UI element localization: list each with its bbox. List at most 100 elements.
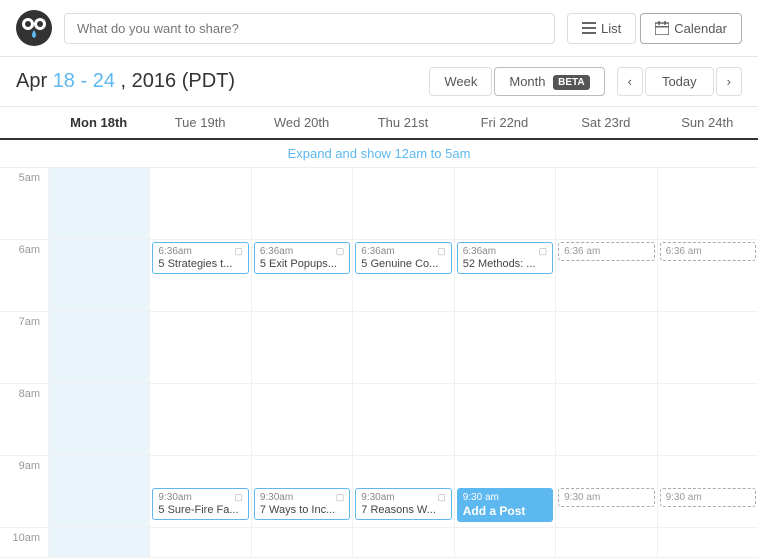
prev-button[interactable]: ‹ <box>617 67 643 96</box>
today-button[interactable]: Today <box>645 67 714 96</box>
cell-sat-8am[interactable] <box>555 384 656 455</box>
search-input[interactable] <box>64 13 555 44</box>
cell-wed-5am[interactable] <box>251 168 352 239</box>
cell-mon-7am[interactable] <box>48 312 149 383</box>
event-time-dashed: 6:36 am <box>666 246 702 257</box>
cell-sat-7am[interactable] <box>555 312 656 383</box>
event-sun-930[interactable]: 9:30 am <box>660 488 756 507</box>
event-time-label: 6:36am <box>463 246 496 257</box>
event-fri-636[interactable]: 6:36am▢ 52 Methods: ... <box>457 242 553 274</box>
cell-wed-6am[interactable]: 6:36am▢ 5 Exit Popups... <box>251 240 352 311</box>
cell-mon-10am[interactable] <box>48 528 149 557</box>
cell-fri-5am[interactable] <box>454 168 555 239</box>
cell-sun-8am[interactable] <box>657 384 758 455</box>
cell-sat-10am[interactable] <box>555 528 656 557</box>
cell-tue-10am[interactable] <box>149 528 250 557</box>
month-view-button[interactable]: Month BETA <box>494 67 604 96</box>
cell-thu-9am[interactable]: 9:30am ▢ 7 Reasons W... <box>352 456 453 527</box>
cell-fri-10am[interactable] <box>454 528 555 557</box>
cell-fri-7am[interactable] <box>454 312 555 383</box>
cell-tue-9am[interactable]: 9:30am ▢ 5 Sure-Fire Fa... <box>149 456 250 527</box>
event-title-label: 5 Sure-Fire Fa... <box>158 504 242 516</box>
week-view-button[interactable]: Week <box>429 67 492 96</box>
day-header-tue: Tue 19th <box>149 107 250 138</box>
day-header-wed: Wed 20th <box>251 107 352 138</box>
list-btn-label: List <box>601 21 621 36</box>
image-icon: ▢ <box>234 492 243 503</box>
time-row-9am: 9am 9:30am▢ 5 Sure-Fire Fa... 9:30am▢ 7 … <box>0 456 758 528</box>
next-button[interactable]: › <box>716 67 742 96</box>
event-title-label: 5 Genuine Co... <box>361 258 445 270</box>
date-month: Apr <box>16 70 47 92</box>
calendar-view-button[interactable]: Calendar <box>640 13 742 44</box>
cell-mon-8am[interactable] <box>48 384 149 455</box>
image-icon: ▢ <box>234 246 243 257</box>
cell-sat-6am[interactable]: 6:36 am <box>555 240 656 311</box>
event-sat-930[interactable]: 9:30 am <box>558 488 654 507</box>
cell-fri-8am[interactable] <box>454 384 555 455</box>
event-title-label: 52 Methods: ... <box>463 258 547 270</box>
cell-fri-6am[interactable]: 6:36am▢ 52 Methods: ... <box>454 240 555 311</box>
cell-thu-6am[interactable]: 6:36am▢ 5 Genuine Co... <box>352 240 453 311</box>
cell-tue-7am[interactable] <box>149 312 250 383</box>
date-range-display: Apr 18 - 24 , 2016 (PDT) <box>16 70 417 93</box>
cell-mon-5am[interactable] <box>48 168 149 239</box>
app-header: List Calendar <box>0 0 758 57</box>
event-wed-930-wrapper: 9:30am▢ 7 Ways to Inc... <box>254 488 350 520</box>
event-wed-930[interactable]: 9:30am▢ 7 Ways to Inc... <box>254 488 350 520</box>
event-title-label: 5 Strategies t... <box>158 258 242 270</box>
event-time-label: 9:30am <box>260 492 293 503</box>
calendar-toolbar: Apr 18 - 24 , 2016 (PDT) Week Month BETA… <box>0 57 758 107</box>
cell-sun-10am[interactable] <box>657 528 758 557</box>
event-tue-636[interactable]: 6:36am▢ 5 Strategies t... <box>152 242 248 274</box>
cell-mon-6am[interactable] <box>48 240 149 311</box>
cell-sun-5am[interactable] <box>657 168 758 239</box>
cell-tue-5am[interactable] <box>149 168 250 239</box>
cell-wed-8am[interactable] <box>251 384 352 455</box>
event-title-label: 7 Reasons W... <box>361 504 445 516</box>
cell-sun-7am[interactable] <box>657 312 758 383</box>
cell-wed-9am[interactable]: 9:30am▢ 7 Ways to Inc... <box>251 456 352 527</box>
cell-sat-5am[interactable] <box>555 168 656 239</box>
day-header-sun: Sun 24th <box>657 107 758 138</box>
time-label-9am: 9am <box>0 456 48 527</box>
cell-wed-7am[interactable] <box>251 312 352 383</box>
cell-thu-8am[interactable] <box>352 384 453 455</box>
cell-sat-9am[interactable]: 9:30 am <box>555 456 656 527</box>
list-icon <box>582 21 596 35</box>
event-wed-636[interactable]: 6:36am▢ 5 Exit Popups... <box>254 242 350 274</box>
day-header-fri: Fri 22nd <box>454 107 555 138</box>
cell-sun-6am[interactable]: 6:36 am <box>657 240 758 311</box>
event-time-label: 9:30am <box>361 492 394 503</box>
event-sun-636[interactable]: 6:36 am <box>660 242 756 261</box>
time-row-10am: 10am <box>0 528 758 558</box>
cell-mon-9am[interactable] <box>48 456 149 527</box>
time-label-7am: 7am <box>0 312 48 383</box>
cell-tue-8am[interactable] <box>149 384 250 455</box>
event-title-label: 7 Ways to Inc... <box>260 504 344 516</box>
event-sat-636[interactable]: 6:36 am <box>558 242 654 261</box>
time-label-6am: 6am <box>0 240 48 311</box>
expand-banner[interactable]: Expand and show 12am to 5am <box>0 140 758 168</box>
event-tue-930-wrapper: 9:30am ▢ 5 Sure-Fire Fa... <box>152 488 248 520</box>
event-tue-930[interactable]: 9:30am ▢ 5 Sure-Fire Fa... <box>152 488 248 520</box>
cell-wed-10am[interactable] <box>251 528 352 557</box>
cell-thu-10am[interactable] <box>352 528 453 557</box>
cell-tue-6am[interactable]: 6:36am▢ 5 Strategies t... <box>149 240 250 311</box>
event-title-label: Add a Post <box>463 504 547 518</box>
event-thu-636[interactable]: 6:36am▢ 5 Genuine Co... <box>355 242 451 274</box>
search-bar[interactable] <box>64 13 555 44</box>
time-label-10am: 10am <box>0 528 48 557</box>
list-view-button[interactable]: List <box>567 13 636 44</box>
view-toggle: List Calendar <box>567 13 742 44</box>
cell-thu-7am[interactable] <box>352 312 453 383</box>
cell-sun-9am[interactable]: 9:30 am <box>657 456 758 527</box>
time-label-8am: 8am <box>0 384 48 455</box>
event-time-label: 6:36am <box>361 246 394 257</box>
cell-thu-5am[interactable] <box>352 168 453 239</box>
nav-controls: ‹ Today › <box>617 67 742 96</box>
event-time-label: 9:30am <box>158 492 191 503</box>
cell-fri-9am[interactable]: 9:30 am Add a Post <box>454 456 555 527</box>
event-thu-930[interactable]: 9:30am ▢ 7 Reasons W... <box>355 488 451 520</box>
image-icon: ▢ <box>437 492 446 503</box>
